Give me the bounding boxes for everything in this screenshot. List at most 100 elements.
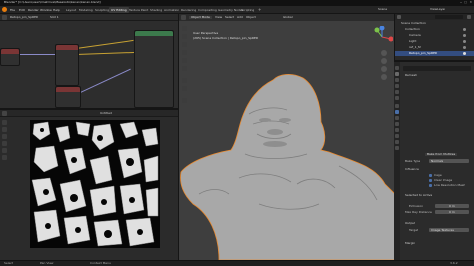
close-icon[interactable]: ✕ <box>469 1 472 4</box>
window-title: Blender* [C:\Users\user\OneDrive\Masaüst… <box>4 1 101 4</box>
menu-window[interactable]: Window <box>40 8 52 12</box>
output-tab-icon[interactable] <box>395 78 399 82</box>
viewport-menu-add[interactable]: Add <box>237 16 243 19</box>
normal-map-node[interactable] <box>55 86 81 108</box>
constraints-tab-icon[interactable] <box>395 128 399 132</box>
viewport-menu-select[interactable]: Select <box>225 16 234 19</box>
world-tab-icon[interactable] <box>395 96 399 100</box>
visibility-eye-icon[interactable] <box>463 40 466 43</box>
node-object-name[interactable]: Retopo_pin_SpRED <box>10 16 38 19</box>
tab-scripting[interactable]: Scripting <box>239 7 256 13</box>
visibility-eye-icon[interactable] <box>463 52 466 55</box>
material-slot[interactable]: Slot 1 <box>50 16 59 19</box>
tab-texture-paint[interactable]: Texture Paint <box>127 7 150 13</box>
outliner-row-ref[interactable]: ref_1_f2 <box>395 45 474 50</box>
outliner-search-input[interactable] <box>435 15 463 19</box>
tool-tab-icon[interactable] <box>395 66 399 70</box>
viewport-menu-view[interactable]: View <box>215 16 222 19</box>
editor-type-icon[interactable] <box>2 15 7 20</box>
add-workspace-icon[interactable]: + <box>258 7 261 12</box>
extrusion-value: 0 m <box>449 204 455 208</box>
visibility-eye-icon[interactable] <box>463 28 466 31</box>
properties-search-input[interactable] <box>403 66 471 71</box>
checkbox-cage[interactable] <box>429 174 432 177</box>
minimize-icon[interactable]: – <box>460 1 462 5</box>
view-layer-tab-icon[interactable] <box>395 84 399 88</box>
editor-type-icon[interactable] <box>2 111 7 116</box>
visibility-eye-icon[interactable] <box>463 46 466 49</box>
outliner-row-label: Light <box>409 40 417 43</box>
modifier-tab-icon[interactable] <box>395 110 399 114</box>
rotate-icon[interactable] <box>2 148 7 153</box>
texture-tab-icon[interactable] <box>395 146 399 150</box>
outliner-row-light[interactable]: Light <box>395 39 474 44</box>
outliner-panel[interactable]: Scene Collection Collection Camera Light… <box>394 14 474 62</box>
scene-selector[interactable]: Scene <box>378 8 387 11</box>
tab-modeling[interactable]: Modeling <box>77 7 95 13</box>
properties-panel[interactable]: Remesh Bake from Multires Bake Type Norm… <box>394 62 474 260</box>
move-icon[interactable] <box>2 141 7 146</box>
principled-bsdf-node[interactable] <box>134 30 174 108</box>
mode-selector[interactable]: Object Mode <box>189 16 212 19</box>
maximize-icon[interactable]: □ <box>464 1 467 4</box>
sculpted-character-mesh[interactable] <box>179 54 395 260</box>
tab-uv-editing[interactable]: UV Editing <box>109 7 129 13</box>
outliner-row-collection[interactable]: Collection <box>395 27 474 32</box>
extrusion-field[interactable]: 0 m <box>435 204 469 208</box>
viewport-info-collection: (265) Scene Collection | Retopo_pin_SpRE… <box>193 37 259 40</box>
image-name[interactable]: Untitled <box>100 112 112 115</box>
status-version: 3.6.2 <box>450 262 458 265</box>
checkbox-low-res[interactable] <box>429 184 432 187</box>
max-ray-distance-field[interactable]: 0 m <box>435 210 469 214</box>
section-output[interactable]: Output <box>405 222 415 225</box>
image-texture-node[interactable] <box>55 44 79 86</box>
3d-viewport[interactable]: Object Mode View Select Add Object Globa… <box>178 14 395 260</box>
status-pan-view: Pan View <box>40 262 54 265</box>
visibility-eye-icon[interactable] <box>463 34 466 37</box>
cursor-icon[interactable] <box>182 34 187 39</box>
section-selected-to-active[interactable]: Selected to Active <box>405 194 432 197</box>
data-tab-icon[interactable] <box>395 134 399 138</box>
properties-tab-strip <box>394 62 400 260</box>
menu-file[interactable]: File <box>10 8 15 12</box>
object-tab-icon[interactable] <box>395 104 399 108</box>
tweak-tool-icon[interactable] <box>2 120 7 125</box>
outliner-row-retopo-selected[interactable]: Retopo_pin_SpRED <box>395 51 474 56</box>
select-box-icon[interactable] <box>182 26 187 31</box>
orientation-selector[interactable]: Global <box>283 16 293 19</box>
outliner-row-label: ref_1_f2 <box>409 46 421 49</box>
physics-tab-icon[interactable] <box>395 122 399 126</box>
checkbox-clear-image[interactable] <box>429 179 432 182</box>
filter-icon[interactable] <box>467 15 471 19</box>
select-box-icon[interactable] <box>2 127 7 132</box>
node-header <box>56 45 78 50</box>
material-tab-icon[interactable] <box>395 140 399 144</box>
viewport-header: Object Mode View Select Add Object Globa… <box>179 14 395 21</box>
target-dropdown[interactable]: Image Textures <box>429 228 469 232</box>
viewport-menu-object[interactable]: Object <box>246 16 256 19</box>
particles-tab-icon[interactable] <box>395 116 399 120</box>
move-icon[interactable] <box>182 42 187 47</box>
node-link <box>76 51 134 55</box>
render-tab-icon[interactable] <box>395 72 399 76</box>
blender-logo-icon[interactable] <box>2 7 7 12</box>
outliner-row-label: Scene Collection <box>401 22 426 25</box>
menu-edit[interactable]: Edit <box>19 8 25 12</box>
section-influence[interactable]: Influence <box>405 168 419 171</box>
section-margin[interactable]: Margin <box>405 242 415 245</box>
editor-type-icon[interactable] <box>397 15 401 19</box>
outliner-row-scene-collection[interactable]: Scene Collection <box>395 21 474 26</box>
bake-type-dropdown[interactable]: Normals <box>429 159 469 163</box>
outliner-row-camera[interactable]: Camera <box>395 33 474 38</box>
view-layer-selector[interactable]: ViewLayer <box>430 8 445 11</box>
scene-tab-icon[interactable] <box>395 90 399 94</box>
texture-coordinate-node[interactable] <box>0 48 20 66</box>
menu-render[interactable]: Render <box>28 8 39 12</box>
scale-icon[interactable] <box>2 155 7 160</box>
editor-type-icon[interactable] <box>181 15 186 20</box>
shader-node-editor[interactable]: Retopo_pin_SpRED Slot 1 <box>0 14 178 108</box>
cursor-icon[interactable] <box>2 134 7 139</box>
navigation-gizmo[interactable] <box>371 26 393 48</box>
bake-header[interactable]: Bake from Multires <box>425 153 458 156</box>
menu-help[interactable]: Help <box>53 8 60 12</box>
